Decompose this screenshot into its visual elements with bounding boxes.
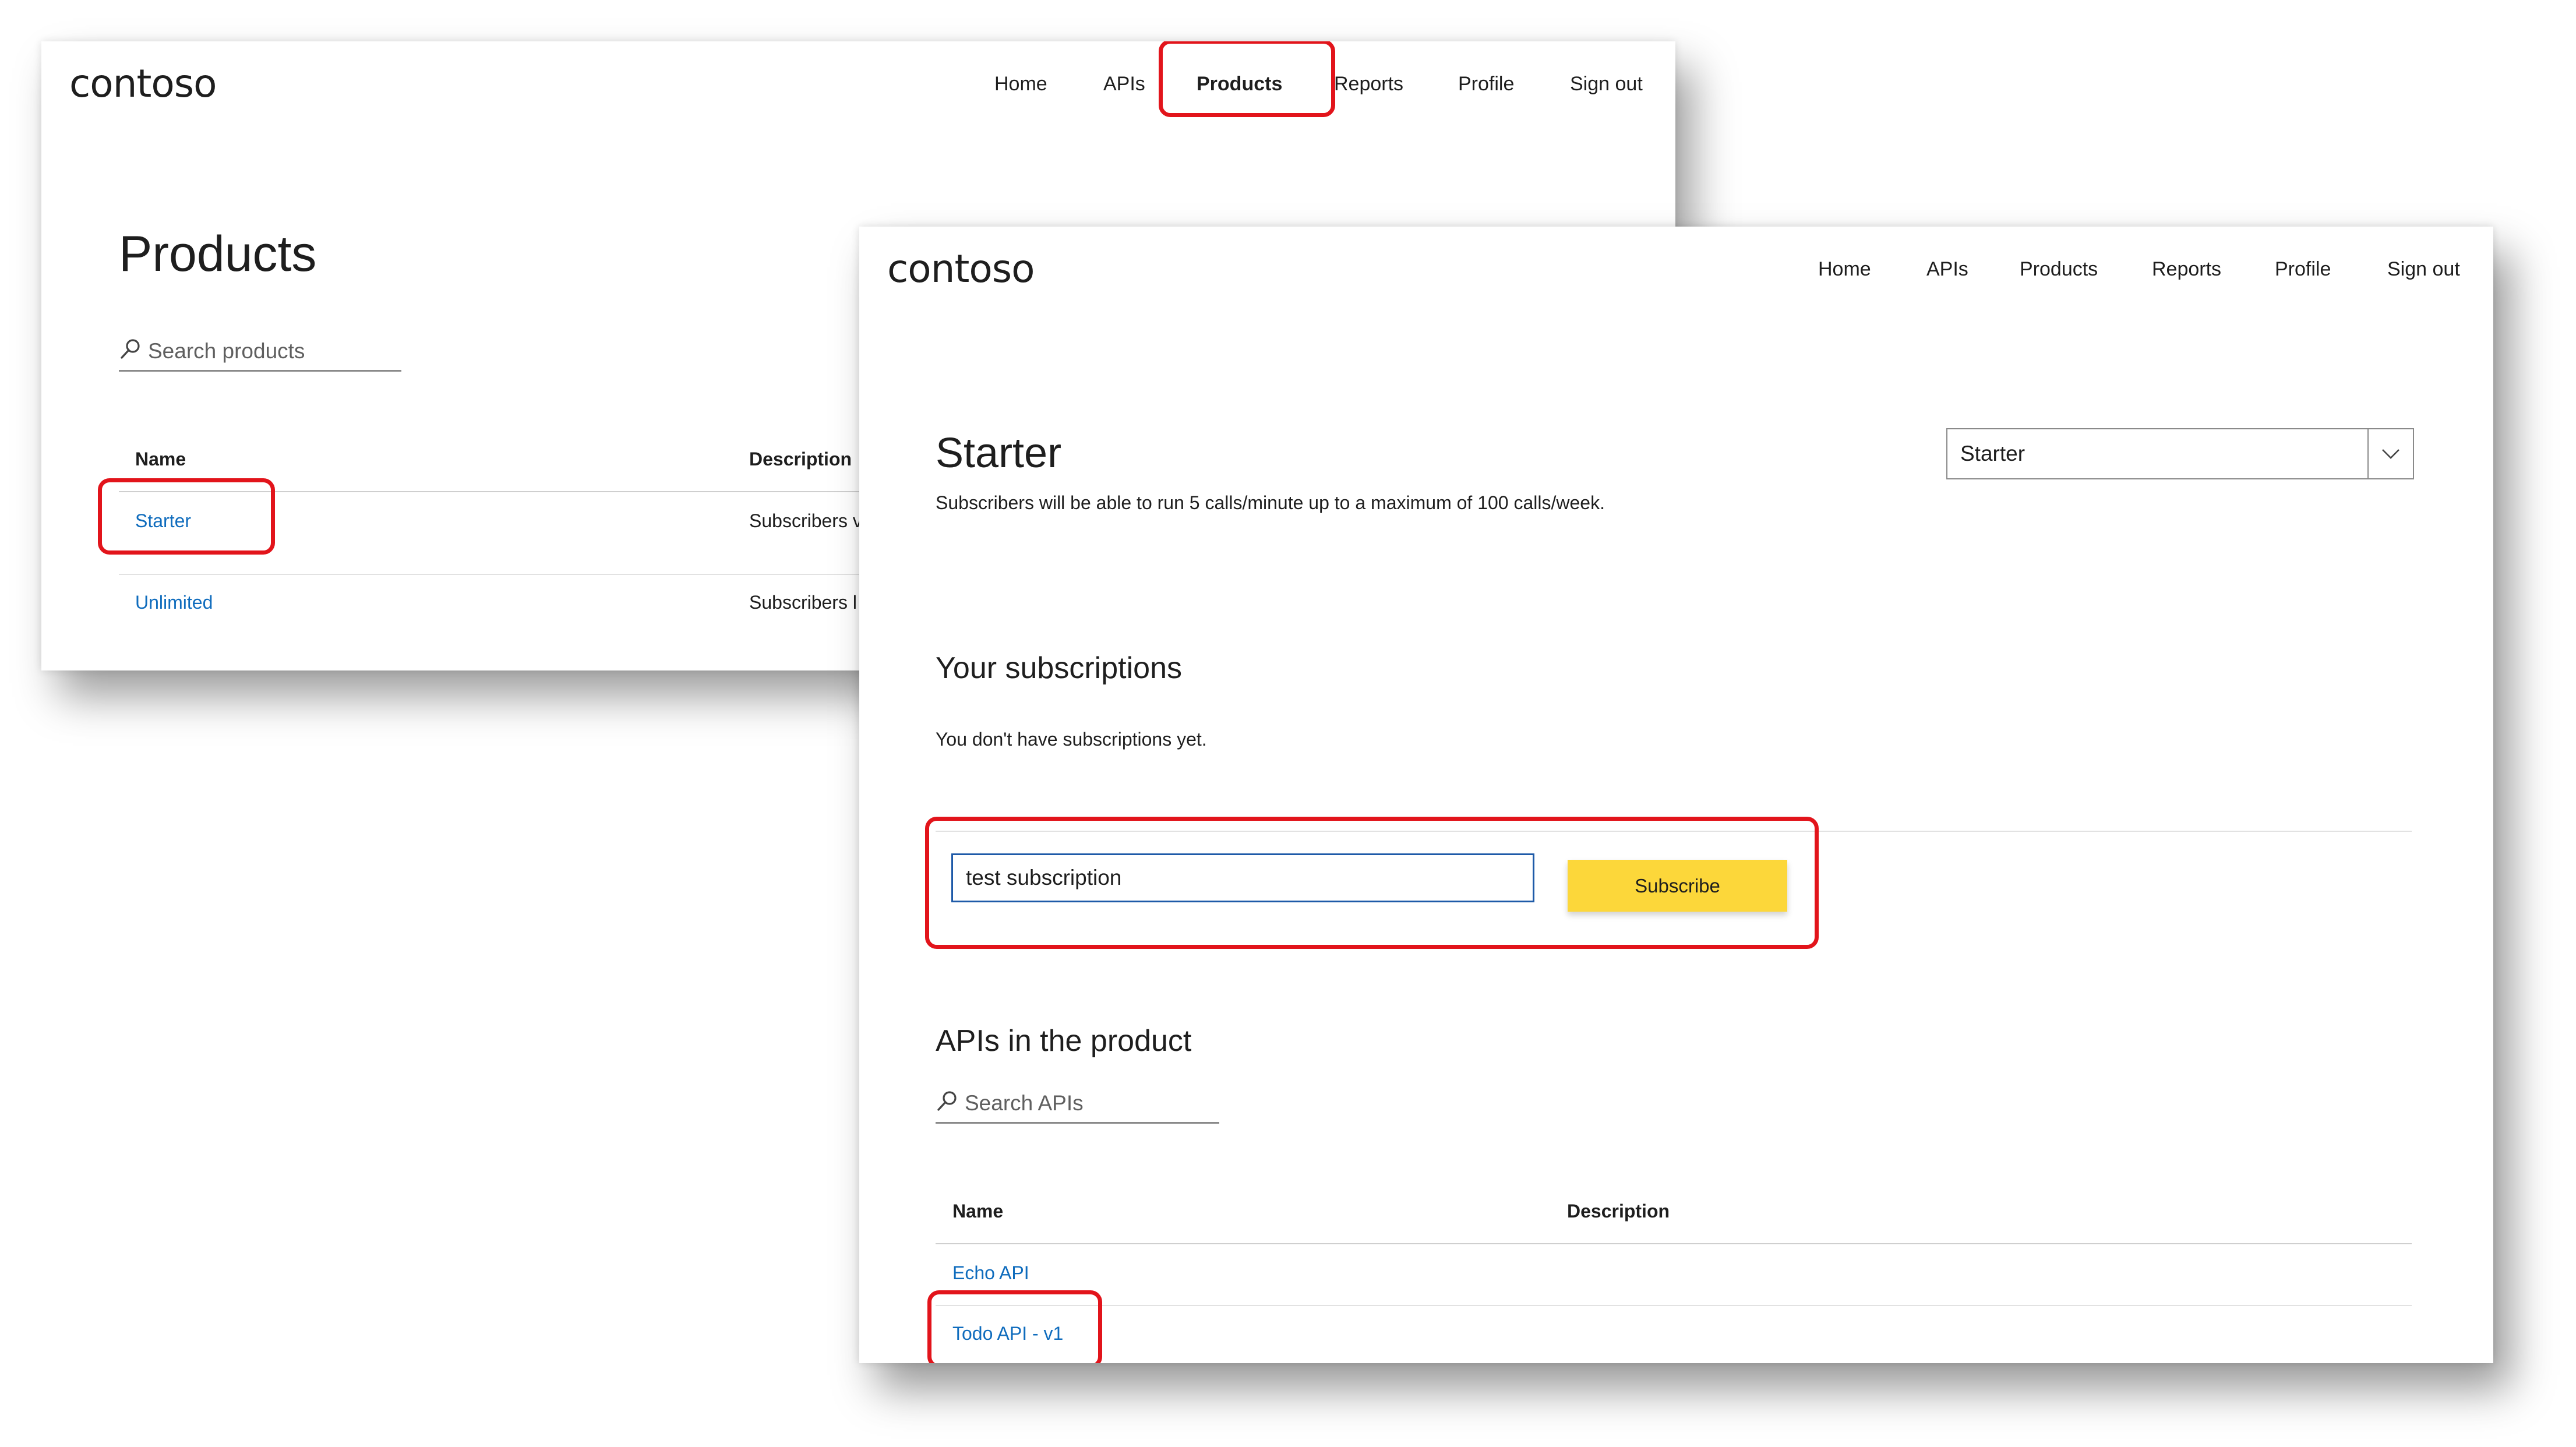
product-description: Subscribers v	[749, 510, 862, 531]
product-select[interactable]: Starter	[1946, 428, 2414, 479]
search-products-input[interactable]: Search products	[119, 333, 401, 372]
nav-home[interactable]: Home	[1818, 258, 1871, 281]
nav-home[interactable]: Home	[994, 73, 1047, 96]
column-header-name: Name	[952, 1201, 1004, 1222]
column-header-description: Description	[1567, 1201, 1670, 1222]
column-header-description: Description	[749, 449, 852, 470]
search-apis-input[interactable]: Search APIs	[936, 1085, 1219, 1124]
product-detail-window: contoso Home APIs Products Reports Profi…	[859, 227, 2493, 1363]
subscribe-button[interactable]: Subscribe	[1568, 860, 1787, 912]
nav-apis[interactable]: APIs	[1926, 258, 1968, 281]
apis-heading: APIs in the product	[936, 1024, 1192, 1058]
product-description: Subscribers l	[749, 592, 857, 613]
product-link-unlimited[interactable]: Unlimited	[135, 592, 213, 613]
nav-sign-out[interactable]: Sign out	[1570, 73, 1643, 96]
api-link-todo[interactable]: Todo API - v1	[952, 1323, 1063, 1344]
table-row-divider	[119, 574, 934, 575]
nav-reports[interactable]: Reports	[1334, 73, 1403, 96]
subscription-name-input[interactable]: test subscription	[951, 853, 1534, 902]
search-icon	[936, 1089, 959, 1118]
api-link-echo[interactable]: Echo API	[952, 1262, 1029, 1284]
subscriptions-heading: Your subscriptions	[936, 651, 1182, 685]
search-apis-placeholder: Search APIs	[965, 1091, 1084, 1115]
nav-profile[interactable]: Profile	[1458, 73, 1514, 96]
table-header-divider	[936, 1243, 2412, 1244]
nav-reports[interactable]: Reports	[2152, 258, 2221, 281]
nav-apis[interactable]: APIs	[1103, 73, 1145, 96]
table-header-divider	[119, 491, 934, 492]
nav-profile[interactable]: Profile	[2275, 258, 2331, 281]
chevron-down-icon[interactable]	[2367, 429, 2413, 478]
column-header-name: Name	[135, 449, 186, 470]
product-link-starter[interactable]: Starter	[135, 510, 191, 532]
search-icon	[119, 337, 142, 366]
product-description: Subscribers will be able to run 5 calls/…	[936, 492, 1605, 513]
nav-sign-out[interactable]: Sign out	[2387, 258, 2460, 281]
table-row-divider	[936, 1305, 2412, 1306]
section-divider	[936, 831, 2412, 832]
product-select-value: Starter	[1960, 442, 2025, 465]
search-products-placeholder: Search products	[148, 339, 305, 363]
product-title: Starter	[936, 430, 1062, 477]
nav-products[interactable]: Products	[1197, 73, 1282, 96]
contoso-logo[interactable]: contoso	[887, 246, 1035, 291]
page-title: Products	[119, 226, 317, 282]
no-subscriptions-text: You don't have subscriptions yet.	[936, 729, 1207, 750]
nav-products[interactable]: Products	[2020, 258, 2098, 281]
contoso-logo[interactable]: contoso	[69, 61, 217, 106]
